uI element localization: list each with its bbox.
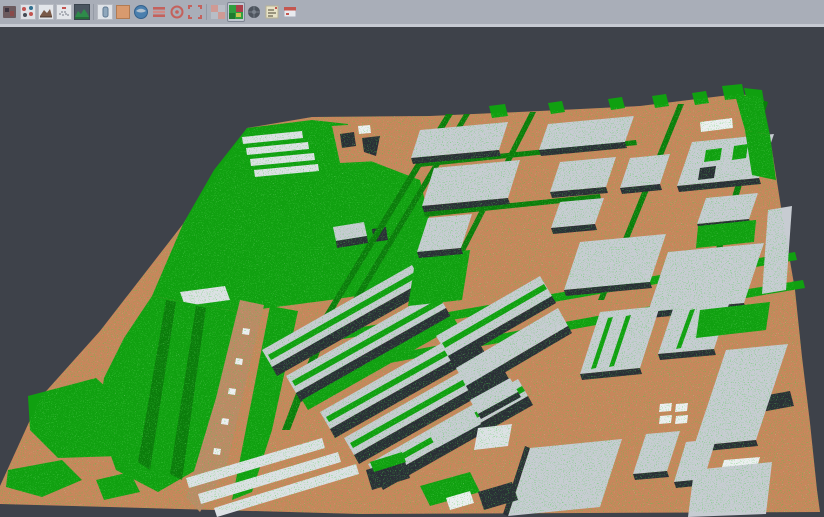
classification-colors-icon [228, 4, 244, 20]
pointcloud-speckle-layer [0, 27, 824, 517]
globe-view-icon [133, 4, 149, 20]
application-window [0, 0, 824, 517]
toolbar-button-globe-view[interactable] [132, 2, 150, 22]
toolbar-button-classify-points[interactable] [19, 2, 37, 22]
transparency-checker-icon [210, 4, 226, 20]
toolbar-separator [204, 2, 209, 22]
toolbar-button-pan-wheel[interactable] [245, 2, 263, 22]
dsm-surface-icon [74, 4, 90, 20]
toolbar-button-point-cloud[interactable] [55, 2, 73, 22]
toolbar-button-dtm-surface[interactable] [37, 2, 55, 22]
flagged-box-icon [282, 4, 298, 20]
target-circle-icon [169, 4, 185, 20]
dtm-surface-icon [38, 4, 54, 20]
toolbar-button-layer-stack[interactable] [150, 2, 168, 22]
point-cloud-icon [56, 4, 72, 20]
layer-stack-icon [151, 4, 167, 20]
toolbar-button-dsm-surface[interactable] [73, 2, 91, 22]
orthophoto-icon [115, 4, 131, 20]
classify-points-icon [20, 4, 36, 20]
toolbar-button-target-circle[interactable] [168, 2, 186, 22]
notes-pad-icon [264, 4, 280, 20]
toolbar-button-profile-view[interactable] [96, 2, 114, 22]
toolbar-button-selection-frame[interactable] [186, 2, 204, 22]
open-project-icon [2, 4, 18, 20]
selection-frame-icon [187, 4, 203, 20]
toolbar-button-flagged-box[interactable] [281, 2, 299, 22]
toolbar-button-open-project[interactable] [1, 2, 19, 22]
viewport-3d [0, 27, 824, 517]
toolbar-button-transparency-checker[interactable] [209, 2, 227, 22]
toolbar-button-classification-colors[interactable] [227, 2, 245, 22]
viewport-3d-canvas[interactable] [0, 27, 824, 517]
toolbar-button-orthophoto[interactable] [114, 2, 132, 22]
toolbar-separator [91, 2, 96, 22]
main-toolbar [0, 0, 824, 24]
pan-wheel-icon [246, 4, 262, 20]
toolbar-button-notes-pad[interactable] [263, 2, 281, 22]
profile-view-icon [97, 4, 113, 20]
